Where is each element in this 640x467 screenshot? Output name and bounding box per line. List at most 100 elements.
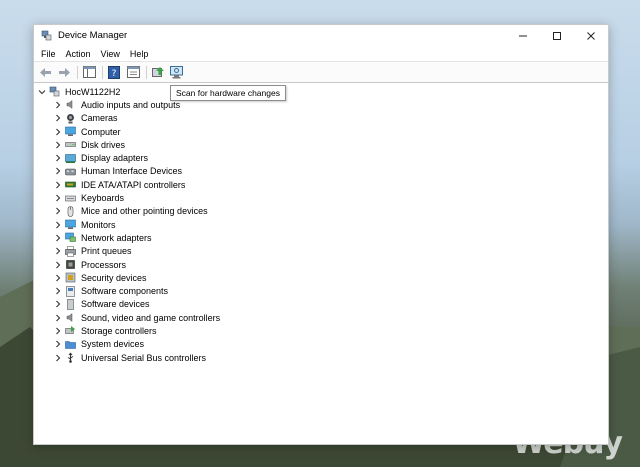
- tree-node-label: Universal Serial Bus controllers: [81, 352, 207, 363]
- expand-chevron-icon[interactable]: [53, 100, 63, 110]
- device-manager-window: Device Manager File Action View Help ? S…: [33, 24, 609, 445]
- tree-node-security-devices[interactable]: Security devices: [34, 271, 608, 284]
- expand-chevron-icon[interactable]: [53, 193, 63, 203]
- printer-icon: [65, 245, 76, 257]
- tree-node-label: Print queues: [81, 246, 132, 257]
- tree-node-processors[interactable]: Processors: [34, 258, 608, 271]
- display-adapter-icon: [65, 153, 76, 164]
- tree-node-label: Mice and other pointing devices: [81, 206, 208, 217]
- expand-chevron-icon[interactable]: [53, 127, 63, 137]
- tree-node-software-devices[interactable]: Software devices: [34, 298, 608, 311]
- scan-hardware-tooltip: Scan for hardware changes: [170, 85, 286, 101]
- window-title: Device Manager: [58, 30, 128, 41]
- expand-chevron-icon[interactable]: [53, 313, 63, 323]
- monitor-icon: [65, 219, 76, 230]
- tree-node-label: Keyboards: [81, 193, 125, 204]
- minimize-button[interactable]: [506, 25, 540, 46]
- expand-chevron-icon[interactable]: [53, 140, 63, 150]
- expand-chevron-icon[interactable]: [53, 153, 63, 163]
- forward-arrow-icon: [58, 67, 70, 77]
- software-device-icon: [65, 299, 76, 310]
- tree-node-human-interface-devices[interactable]: Human Interface Devices: [34, 165, 608, 178]
- monitor-icon: [65, 126, 76, 137]
- keyboard-icon: [65, 193, 76, 204]
- show-hide-console-tree-button[interactable]: [81, 64, 97, 80]
- system-folder-icon: [65, 339, 76, 350]
- network-icon: [65, 232, 76, 243]
- expand-chevron-icon[interactable]: [53, 353, 63, 363]
- maximize-icon: [553, 31, 561, 40]
- software-component-icon: [65, 285, 76, 297]
- tree-node-label: Processors: [81, 259, 127, 270]
- tree-node-label: Sound, video and game controllers: [81, 312, 221, 323]
- close-button[interactable]: [574, 25, 608, 46]
- scan-hardware-changes-button[interactable]: [169, 64, 185, 80]
- tree-node-network-adapters[interactable]: Network adapters: [34, 231, 608, 244]
- menu-view[interactable]: View: [97, 49, 124, 59]
- security-icon: [65, 272, 76, 283]
- toolbar-separator: [146, 65, 147, 79]
- properties-button[interactable]: [125, 64, 141, 80]
- back-button[interactable]: [37, 64, 53, 80]
- close-icon: [587, 31, 595, 40]
- tree-node-label: Audio inputs and outputs: [81, 99, 181, 110]
- tree-node-display-adapters[interactable]: Display adapters: [34, 151, 608, 164]
- expand-chevron-icon[interactable]: [53, 166, 63, 176]
- tree-node-system-devices[interactable]: System devices: [34, 338, 608, 351]
- menu-help[interactable]: Help: [126, 49, 153, 59]
- tree-root-node[interactable]: HocW1122H2: [34, 85, 608, 98]
- expand-chevron-icon[interactable]: [53, 180, 63, 190]
- tree-node-print-queues[interactable]: Print queues: [34, 245, 608, 258]
- expand-chevron-icon[interactable]: [53, 326, 63, 336]
- tree-node-storage-controllers[interactable]: Storage controllers: [34, 324, 608, 337]
- minimize-icon: [519, 35, 527, 36]
- expand-chevron-icon[interactable]: [53, 206, 63, 216]
- update-driver-button[interactable]: [150, 64, 166, 80]
- expand-chevron-icon[interactable]: [53, 246, 63, 256]
- speaker-icon: [65, 312, 76, 323]
- update-driver-icon: [151, 67, 164, 77]
- tree-node-sound-video-and-game-controllers[interactable]: Sound, video and game controllers: [34, 311, 608, 324]
- expand-chevron-icon[interactable]: [53, 220, 63, 230]
- tree-node-label: System devices: [81, 339, 145, 350]
- tree-node-universal-serial-bus-controllers[interactable]: Universal Serial Bus controllers: [34, 351, 608, 364]
- tree-node-software-components[interactable]: Software components: [34, 284, 608, 297]
- expand-chevron-icon[interactable]: [53, 286, 63, 296]
- tree-node-label: Network adapters: [81, 232, 152, 243]
- tree-node-label: Human Interface Devices: [81, 166, 183, 177]
- expand-chevron-icon[interactable]: [53, 299, 63, 309]
- help-button[interactable]: ?: [106, 64, 122, 80]
- tree-node-label: IDE ATA/ATAPI controllers: [81, 179, 186, 190]
- help-book-icon: ?: [108, 65, 120, 79]
- menu-file[interactable]: File: [37, 49, 60, 59]
- menu-action[interactable]: Action: [62, 49, 95, 59]
- tree-node-label: Storage controllers: [81, 325, 157, 336]
- tree-node-disk-drives[interactable]: Disk drives: [34, 138, 608, 151]
- tree-node-audio-inputs-and-outputs[interactable]: Audio inputs and outputs: [34, 98, 608, 111]
- back-arrow-icon: [39, 67, 51, 77]
- toolbar-separator: [77, 65, 78, 79]
- expand-chevron-icon[interactable]: [53, 339, 63, 349]
- maximize-button[interactable]: [540, 25, 574, 46]
- speaker-icon: [65, 99, 76, 110]
- tree-node-keyboards[interactable]: Keyboards: [34, 191, 608, 204]
- expand-chevron-icon[interactable]: [53, 260, 63, 270]
- expand-chevron-icon[interactable]: [53, 113, 63, 123]
- collapse-chevron-icon[interactable]: [37, 87, 47, 97]
- device-tree: HocW1122H2 Audio inputs and outputs Camer…: [34, 83, 608, 364]
- tree-node-cameras[interactable]: Cameras: [34, 112, 608, 125]
- properties-icon: [126, 66, 140, 78]
- toolbar: ?: [34, 61, 608, 83]
- expand-chevron-icon[interactable]: [53, 273, 63, 283]
- tree-node-label: Disk drives: [81, 139, 126, 150]
- tree-node-label: Security devices: [81, 272, 147, 283]
- tree-node-computer[interactable]: Computer: [34, 125, 608, 138]
- tree-node-mice-and-other-pointing-devices[interactable]: Mice and other pointing devices: [34, 205, 608, 218]
- tree-node-label: Cameras: [81, 113, 118, 124]
- expand-chevron-icon[interactable]: [53, 233, 63, 243]
- tree-node-ide-ata-atapi-controllers[interactable]: IDE ATA/ATAPI controllers: [34, 178, 608, 191]
- computer-name-label: HocW1122H2: [65, 86, 121, 97]
- forward-button[interactable]: [56, 64, 72, 80]
- computer-root-icon: [49, 86, 60, 97]
- tree-node-monitors[interactable]: Monitors: [34, 218, 608, 231]
